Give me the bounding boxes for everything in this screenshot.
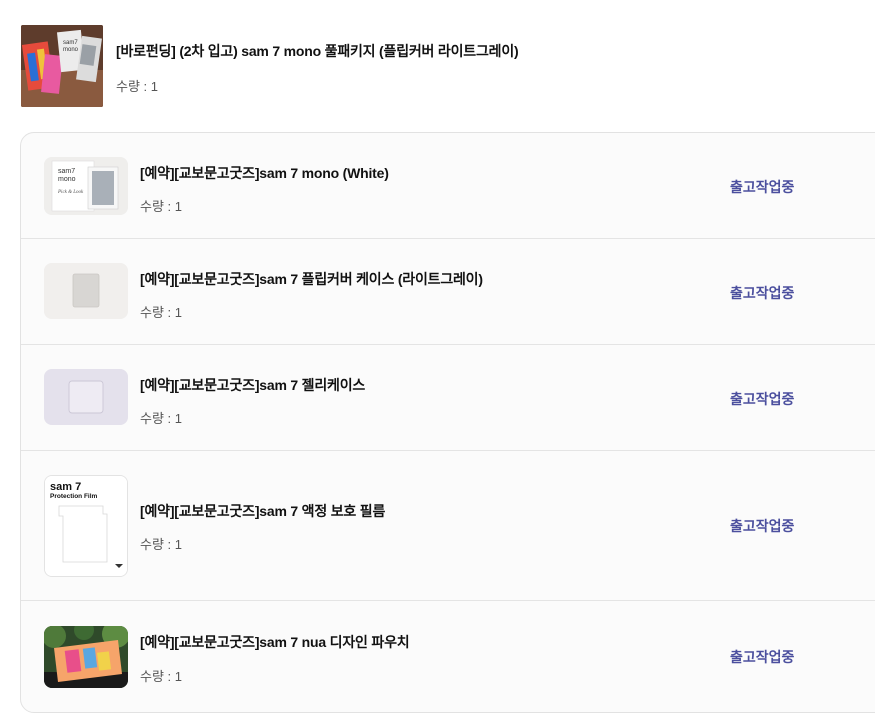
- product-image-sam7-mono-white[interactable]: sam7 mono Pick & Look: [44, 157, 128, 215]
- product-image-protection-film[interactable]: sam 7 Protection Film: [44, 475, 128, 577]
- list-item: [예약][교보문고굿즈]sam 7 플립커버 케이스 (라이트그레이) 수량 :…: [21, 239, 875, 345]
- thumb-brand: sam 7: [50, 481, 81, 493]
- shipping-status: 출고작업중: [730, 649, 795, 665]
- shipping-status: 출고작업중: [730, 391, 795, 407]
- thumb-script: Pick & Look: [57, 190, 84, 195]
- list-item: sam 7 Protection Film [예약][교보문고굿즈]sam 7 …: [21, 451, 875, 601]
- product-title[interactable]: [예약][교보문고굿즈]sam 7 젤리케이스: [140, 375, 365, 395]
- product-quantity: 수량 : 1: [140, 305, 182, 320]
- list-item: [예약][교보문고굿즈]sam 7 젤리케이스 수량 : 1 출고작업중: [21, 345, 875, 451]
- thumb-caption: Protection Film: [50, 493, 98, 500]
- thumb-brand-line2: mono: [58, 176, 76, 183]
- product-title[interactable]: [예약][교보문고굿즈]sam 7 mono (White): [140, 163, 389, 183]
- shipping-status: 출고작업중: [730, 285, 795, 301]
- product-quantity: 수량 : 1: [140, 199, 182, 214]
- list-item: sam7 mono Pick & Look [예약][교보문고굿즈]sam 7 …: [21, 133, 875, 239]
- product-image-flip-cover[interactable]: [44, 263, 128, 319]
- thumb-brand-line1: sam7: [58, 168, 75, 175]
- product-title[interactable]: [예약][교보문고굿즈]sam 7 nua 디자인 파우치: [140, 632, 410, 652]
- product-title-main[interactable]: [바로펀딩] (2차 입고) sam 7 mono 풀패키지 (플립커버 라이트…: [116, 41, 519, 61]
- product-title[interactable]: [예약][교보문고굿즈]sam 7 액정 보호 필름: [140, 501, 385, 521]
- list-item: [예약][교보문고굿즈]sam 7 nua 디자인 파우치 수량 : 1 출고작…: [21, 601, 875, 712]
- shipping-status: 출고작업중: [730, 518, 795, 534]
- product-title[interactable]: [예약][교보문고굿즈]sam 7 플립커버 케이스 (라이트그레이): [140, 269, 483, 289]
- shipping-status: 출고작업중: [730, 179, 795, 195]
- product-image-full-package[interactable]: sam7 mono: [21, 25, 103, 107]
- product-image-nua-pouch[interactable]: [44, 626, 128, 688]
- svg-text:mono: mono: [63, 47, 79, 53]
- product-quantity-main: 수량 : 1: [116, 79, 158, 94]
- order-main-item: sam7 mono [바로펀딩] (2차 입고) sam 7 mono 풀패키지…: [21, 25, 861, 107]
- product-quantity: 수량 : 1: [140, 411, 182, 426]
- product-quantity: 수량 : 1: [140, 537, 182, 552]
- product-image-jelly-case[interactable]: [44, 369, 128, 425]
- product-quantity: 수량 : 1: [140, 669, 182, 684]
- package-components-panel: sam7 mono Pick & Look [예약][교보문고굿즈]sam 7 …: [20, 132, 875, 713]
- svg-text:sam7: sam7: [63, 40, 78, 46]
